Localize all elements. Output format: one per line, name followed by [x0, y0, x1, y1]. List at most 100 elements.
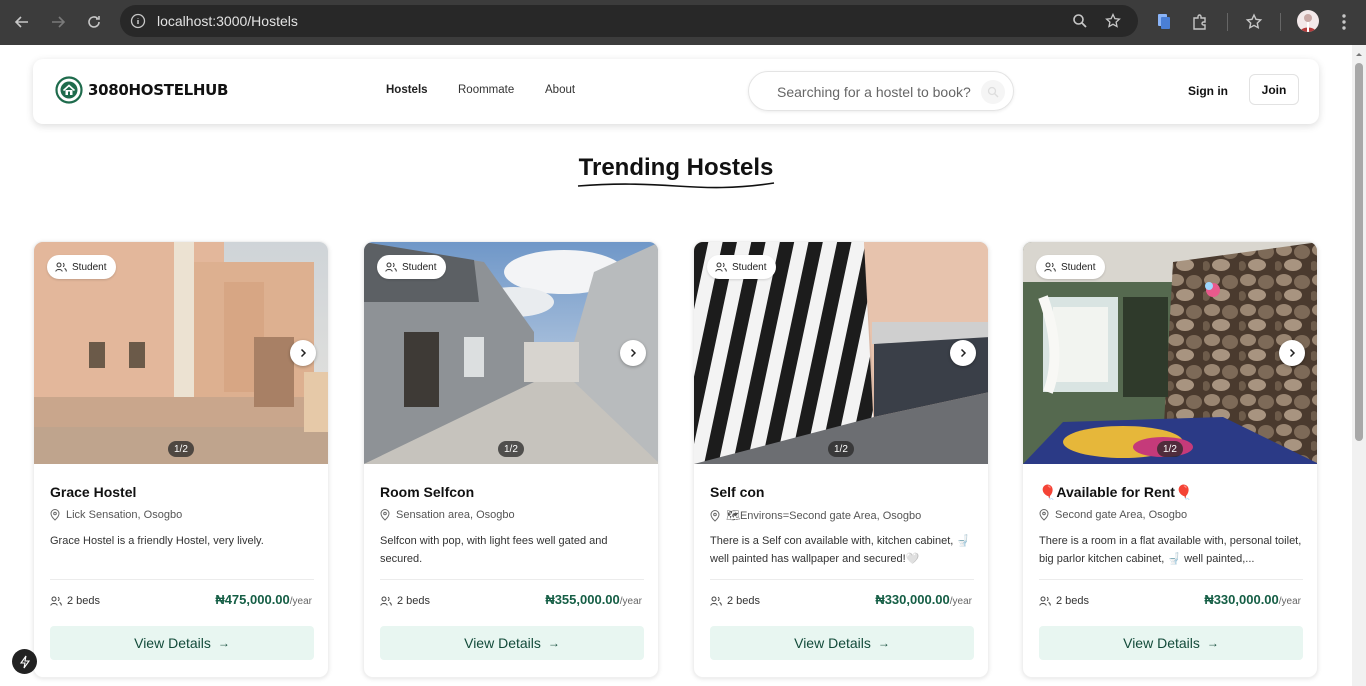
view-details-button[interactable]: View Details → [380, 626, 644, 660]
url-text[interactable]: localhost:3000/Hostels [157, 13, 298, 29]
users-icon [380, 596, 392, 606]
hostel-location: Second gate Area, Osogbo [1039, 509, 1187, 521]
users-icon [385, 262, 397, 272]
brand-name: 3080HOSTELHUB [88, 81, 229, 99]
search-bar [748, 71, 1014, 111]
site-info-icon[interactable] [128, 11, 148, 31]
hostel-title[interactable]: 🎈Available for Rent🎈 [1039, 484, 1192, 501]
title-underline-decoration [577, 182, 775, 189]
search-icon [987, 86, 999, 98]
hostel-card[interactable]: Student 1/2 Grace Hostel Lick Sensation,… [33, 241, 329, 678]
hostel-card[interactable]: Student 1/2 Self con 🗺Environs=Second ga… [693, 241, 989, 678]
nav-link-hostels[interactable]: Hostels [386, 84, 428, 96]
bookmark-star-icon[interactable] [1103, 11, 1123, 31]
location-text: 🗺Environs=Second gate Area, Osogbo [726, 510, 922, 522]
users-icon [710, 596, 722, 606]
image-counter: 1/2 [828, 441, 854, 457]
reload-icon[interactable] [76, 4, 112, 40]
view-details-label: View Details [1123, 635, 1200, 651]
beds-info: 2 beds [1039, 595, 1089, 607]
view-details-button[interactable]: View Details → [50, 626, 314, 660]
zoom-icon[interactable] [1070, 11, 1090, 31]
price-amount: ₦330,000.00 [1204, 592, 1279, 607]
arrow-right-icon: → [877, 636, 890, 650]
users-icon [715, 262, 727, 272]
join-button[interactable]: Join [1249, 74, 1299, 105]
badge-label: Student [72, 261, 107, 273]
hostel-location: 🗺Environs=Second gate Area, Osogbo [710, 509, 921, 522]
page-scrollbar[interactable] [1352, 45, 1366, 686]
lightning-icon [19, 655, 30, 668]
badge-label: Student [732, 261, 767, 273]
card-divider [380, 579, 644, 580]
forward-icon[interactable] [40, 4, 76, 40]
location-text: Second gate Area, Osogbo [1055, 509, 1188, 521]
bookmarks-icon[interactable] [1243, 11, 1265, 33]
beds-info: 2 beds [710, 595, 760, 607]
hostel-card[interactable]: Student 1/2 🎈Available for Rent🎈 Second … [1022, 241, 1318, 678]
toolbar-divider [1280, 13, 1281, 31]
arrow-right-icon: → [1206, 636, 1219, 650]
chevron-right-icon [630, 348, 637, 358]
nav-link-roommate[interactable]: Roommate [458, 84, 514, 96]
extensions-puzzle-icon[interactable] [1189, 11, 1211, 33]
map-pin-icon [1039, 509, 1049, 521]
beds-count: 2 beds [1056, 595, 1090, 607]
card-divider [50, 579, 314, 580]
search-button[interactable] [981, 80, 1005, 104]
hostel-title[interactable]: Grace Hostel [50, 484, 136, 500]
view-details-label: View Details [794, 635, 871, 651]
extension-doc-icon[interactable] [1153, 11, 1175, 33]
hostel-title[interactable]: Self con [710, 484, 764, 500]
price-period: /year [289, 596, 312, 607]
brand-logo[interactable]: 3080HOSTELHUB [55, 76, 228, 104]
back-icon[interactable] [4, 4, 40, 40]
badge-label: Student [1061, 261, 1096, 273]
view-details-button[interactable]: View Details → [1039, 626, 1303, 660]
price-period: /year [619, 596, 642, 607]
nav-link-about[interactable]: About [545, 84, 575, 96]
hostel-description: There is a Self con available with, kitc… [710, 535, 971, 565]
dev-tools-button[interactable] [12, 649, 37, 674]
card-divider [710, 579, 974, 580]
view-details-button[interactable]: View Details → [710, 626, 974, 660]
image-counter: 1/2 [498, 441, 524, 457]
search-input[interactable] [777, 81, 977, 103]
hostel-location: Lick Sensation, Osogbo [50, 509, 182, 521]
users-icon [50, 596, 62, 606]
chevron-right-icon [1289, 348, 1296, 358]
price-amount: ₦475,000.00 [215, 592, 290, 607]
price-period: /year [949, 596, 972, 607]
menu-kebab-icon[interactable] [1333, 11, 1355, 33]
next-image-button[interactable] [1279, 340, 1305, 366]
users-icon [1039, 596, 1051, 606]
location-text: Lick Sensation, Osogbo [66, 509, 183, 521]
category-badge: Student [1036, 255, 1106, 279]
next-image-button[interactable] [950, 340, 976, 366]
hostel-card[interactable]: Student 1/2 Room Selfcon Sensation area,… [363, 241, 659, 678]
beds-info: 2 beds [50, 595, 100, 607]
map-pin-icon [710, 509, 720, 522]
arrow-right-icon: → [217, 636, 230, 650]
next-image-button[interactable] [620, 340, 646, 366]
category-badge: Student [707, 255, 777, 279]
beds-count: 2 beds [727, 595, 761, 607]
price-period: /year [1278, 596, 1301, 607]
beds-count: 2 beds [67, 595, 101, 607]
next-image-button[interactable] [290, 340, 316, 366]
scrollbar-thumb[interactable] [1355, 63, 1363, 441]
hostel-title[interactable]: Room Selfcon [380, 484, 474, 500]
beds-count: 2 beds [397, 595, 431, 607]
address-bar[interactable]: localhost:3000/Hostels [120, 5, 1138, 37]
chevron-right-icon [300, 348, 307, 358]
sign-in-button[interactable]: Sign in [1188, 84, 1228, 98]
arrow-right-icon: → [547, 636, 560, 650]
price-amount: ₦355,000.00 [545, 592, 620, 607]
toolbar-divider [1227, 13, 1228, 31]
users-icon [1044, 262, 1056, 272]
hostel-location: Sensation area, Osogbo [380, 509, 515, 521]
scroll-up-icon[interactable] [1352, 48, 1366, 60]
location-text: Sensation area, Osogbo [396, 509, 515, 521]
hostel-description: Grace Hostel is a friendly Hostel, very … [50, 535, 264, 547]
profile-avatar[interactable] [1297, 10, 1319, 32]
